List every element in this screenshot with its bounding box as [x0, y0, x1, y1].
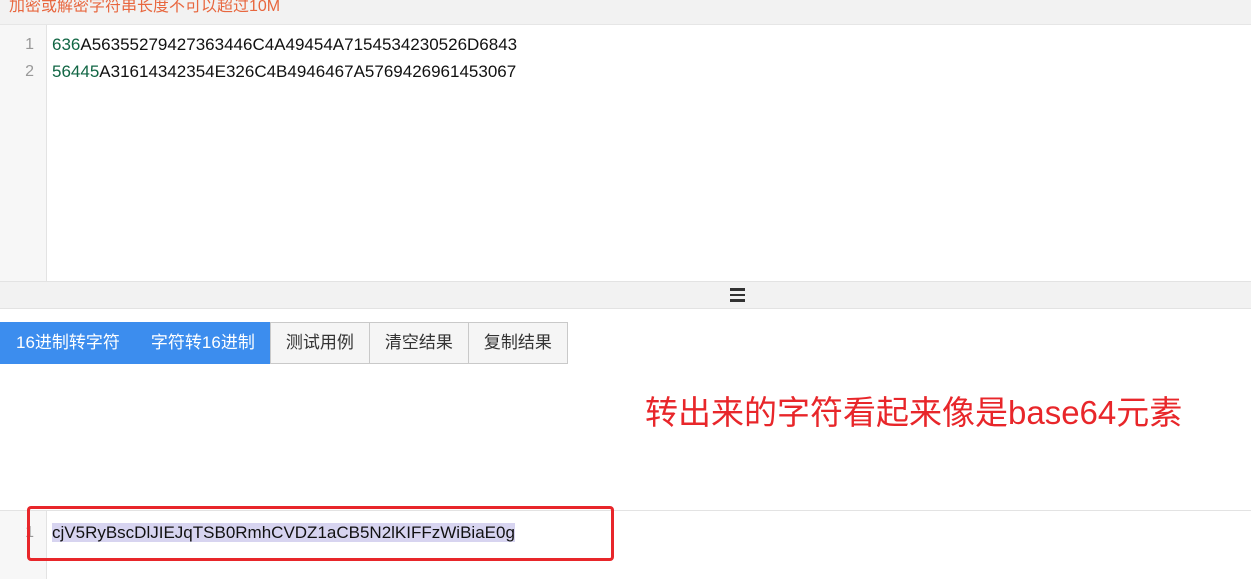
string-to-hex-button[interactable]: 字符转16进制 [134, 322, 271, 364]
length-limit-hint: 加密或解密字符串长度不可以超过10M [9, 0, 281, 15]
code-text-token: A56355279427363446C4A49454A7154534230526… [80, 35, 518, 54]
resize-splitter[interactable] [0, 282, 1251, 309]
action-toolbar: 16进制转字符 字符转16进制 测试用例 清空结果 复制结果 [0, 322, 568, 364]
copy-result-button[interactable]: 复制结果 [467, 322, 568, 364]
annotation-text: 转出来的字符看起来像是base64元素 [645, 394, 1183, 431]
line-number: 2 [25, 63, 34, 80]
code-number-token: 56445 [52, 62, 100, 81]
editor-line[interactable]: 2 56445A31614342354E326C4B4946467A576942… [0, 58, 1251, 85]
highlight-box [27, 506, 614, 561]
line-code[interactable]: 56445A31614342354E326C4B4946467A57694269… [52, 58, 516, 85]
editor-line[interactable]: 1 636A56355279427363446C4A49454A71545342… [0, 31, 1251, 58]
test-case-button[interactable]: 测试用例 [269, 322, 370, 364]
menu-icon[interactable] [730, 288, 745, 302]
top-hint-bar: 加密或解密字符串长度不可以超过10M [0, 0, 1251, 25]
input-editor[interactable]: 1 636A56355279427363446C4A49454A71545342… [0, 25, 1251, 282]
code-number-token: 636 [52, 35, 81, 54]
line-number: 1 [25, 36, 34, 53]
code-text-token: A31614342354E326C4B4946467A5769426961453… [99, 62, 517, 81]
line-code[interactable]: 636A56355279427363446C4A49454A7154534230… [52, 31, 517, 58]
clear-result-button[interactable]: 清空结果 [368, 322, 469, 364]
hex-to-string-button[interactable]: 16进制转字符 [0, 322, 136, 364]
